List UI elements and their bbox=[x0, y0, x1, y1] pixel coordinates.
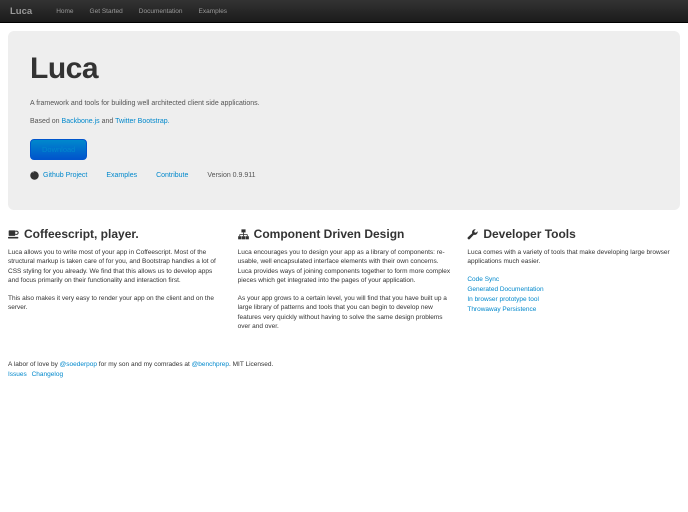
page-title: Luca bbox=[30, 52, 99, 85]
version-label: Version 0.9.911 bbox=[207, 171, 256, 179]
column-paragraph: Luca encourages you to design your app a… bbox=[237, 249, 451, 285]
column-heading: Coffeescript, player. bbox=[8, 227, 221, 241]
footer-text: A labor of love by bbox=[8, 361, 60, 369]
column-paragraph: This also makes it very easy to render y… bbox=[8, 294, 214, 312]
column-developer-tools: Developer Tools Luca comes with a variet… bbox=[467, 227, 680, 339]
throwaway-persistence-link[interactable]: Throwaway Persistence bbox=[467, 305, 680, 315]
footer-text: for my son and my comrades at bbox=[97, 361, 192, 369]
footer-credit: A labor of love by @soederpop for my son… bbox=[8, 360, 680, 370]
download-button[interactable]: Download bbox=[30, 138, 88, 160]
examples-link[interactable]: Examples bbox=[106, 172, 137, 179]
nav-item-examples[interactable]: Examples bbox=[191, 0, 236, 23]
soederpop-link[interactable]: @soederpop bbox=[60, 361, 97, 368]
hero-subtitle: A framework and tools for building well … bbox=[30, 100, 260, 107]
column-title: Component Driven Design bbox=[253, 227, 405, 241]
github-icon bbox=[30, 171, 39, 180]
bootstrap-link[interactable]: Twitter Bootstrap. bbox=[115, 118, 169, 125]
code-sync-link[interactable]: Code Sync bbox=[467, 275, 680, 285]
footer: A labor of love by @soederpop for my son… bbox=[0, 360, 688, 380]
browser-prototype-tool-link[interactable]: In browser prototype tool bbox=[467, 295, 680, 305]
issues-link[interactable]: Issues bbox=[8, 371, 27, 378]
based-on-prefix: Based on bbox=[30, 118, 62, 126]
benchprep-link[interactable]: @benchprep bbox=[192, 361, 229, 368]
based-on-middle: and bbox=[99, 118, 116, 126]
column-coffeescript: Coffeescript, player. Luca allows you to… bbox=[8, 227, 221, 339]
wrench-icon bbox=[467, 228, 478, 240]
navbar: Luca Home Get Started Documentation Exam… bbox=[0, 0, 688, 23]
column-title: Developer Tools bbox=[483, 227, 576, 241]
marketing-row: Coffeescript, player. Luca allows you to… bbox=[0, 227, 688, 339]
column-paragraph: As your app grows to a certain level, yo… bbox=[237, 294, 447, 330]
hero-unit: Luca A framework and tools for building … bbox=[8, 31, 680, 210]
sitemap-icon bbox=[237, 228, 249, 240]
column-component-design: Component Driven Design Luca encourages … bbox=[238, 227, 451, 339]
backbone-link[interactable]: Backbone.js bbox=[62, 118, 100, 125]
column-paragraph: Luca comes with a variety of tools that … bbox=[467, 249, 670, 266]
column-paragraph: Luca allows you to write most of your ap… bbox=[8, 249, 216, 285]
brand-logo[interactable]: Luca bbox=[10, 6, 32, 17]
nav-item-get-started[interactable]: Get Started bbox=[82, 0, 131, 23]
github-project-link[interactable]: Github Project bbox=[43, 172, 87, 179]
changelog-link[interactable]: Changelog bbox=[32, 371, 63, 378]
column-heading: Developer Tools bbox=[467, 227, 680, 241]
column-heading: Component Driven Design bbox=[237, 227, 451, 241]
contribute-link[interactable]: Contribute bbox=[156, 172, 188, 179]
coffee-mug-icon bbox=[8, 229, 19, 240]
nav-item-home[interactable]: Home bbox=[48, 0, 81, 23]
column-title: Coffeescript, player. bbox=[24, 227, 139, 241]
footer-links: Issues Changelog bbox=[8, 370, 680, 380]
hero-based-on: Based on Backbone.js and Twitter Bootstr… bbox=[30, 117, 658, 126]
footer-text: . MIT Licensed. bbox=[228, 361, 274, 369]
generated-documentation-link[interactable]: Generated Documentation bbox=[467, 285, 680, 295]
nav-item-documentation[interactable]: Documentation bbox=[131, 0, 191, 23]
hero-quick-links: Github Project Examples Contribute Versi… bbox=[30, 171, 658, 180]
